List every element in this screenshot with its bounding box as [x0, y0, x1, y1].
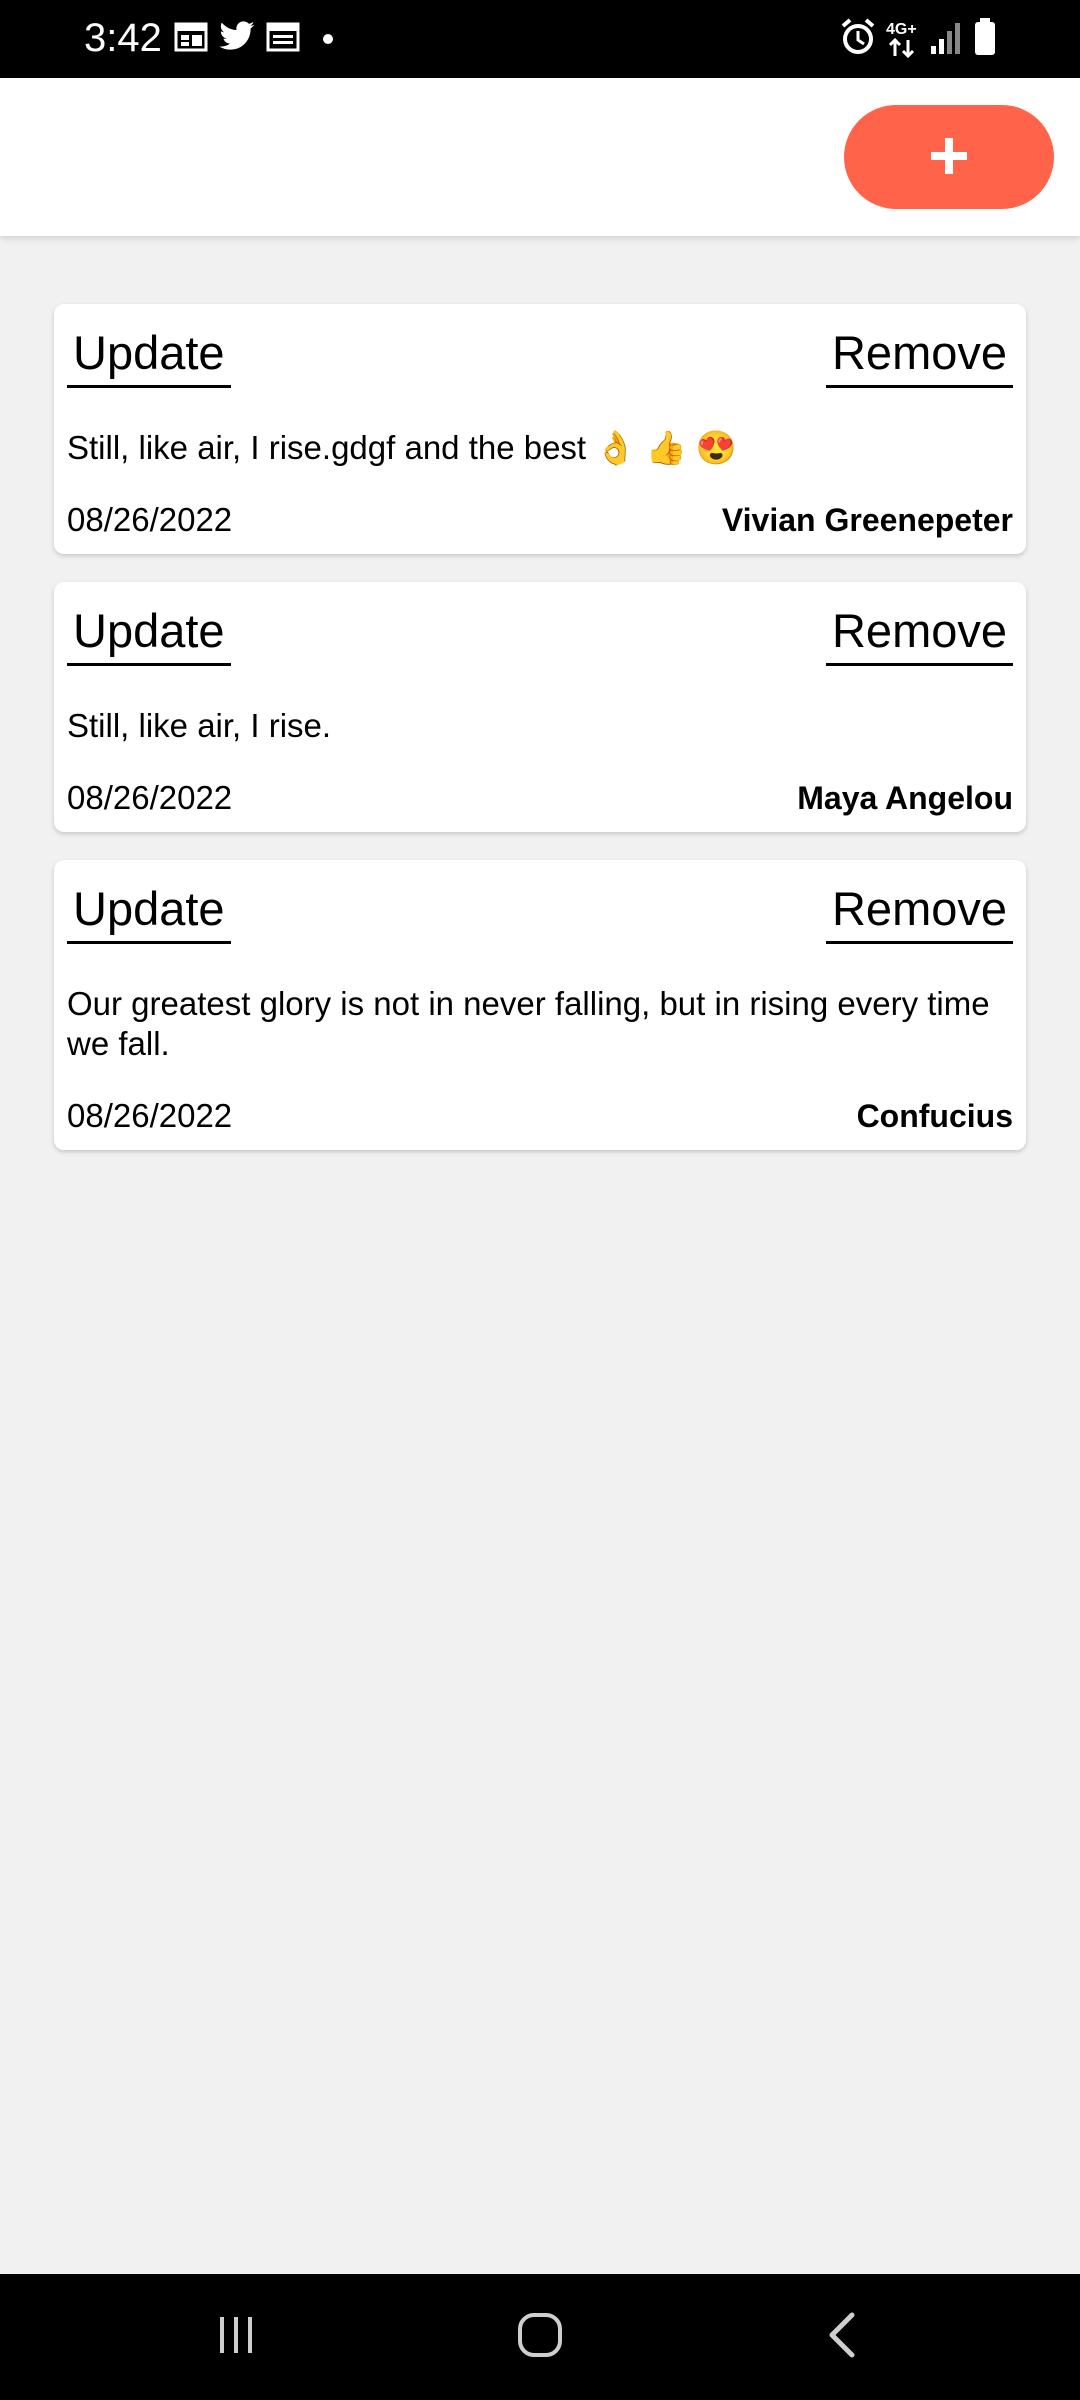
- quote-card: Update Remove Still, like air, I rise.gd…: [54, 304, 1026, 554]
- quote-text: Still, like air, I rise.gdgf and the bes…: [67, 429, 737, 466]
- update-button[interactable]: Update: [67, 324, 231, 388]
- status-time: 3:42: [84, 16, 162, 60]
- calendar-icon: [266, 20, 300, 59]
- twitter-icon: [218, 20, 256, 59]
- recent-apps-icon: [214, 2313, 258, 2362]
- home-button[interactable]: [450, 2274, 630, 2400]
- status-bar: 3:42 4G+: [0, 0, 1080, 78]
- alarm-icon: [840, 18, 876, 61]
- quote-card: Update Remove Our greatest glory is not …: [54, 860, 1026, 1150]
- system-nav-bar: [0, 2274, 1080, 2400]
- back-button[interactable]: [752, 2274, 932, 2400]
- plus-icon: [929, 136, 969, 179]
- add-quote-button[interactable]: [844, 105, 1054, 209]
- back-icon: [824, 2311, 860, 2364]
- quote-card: Update Remove Still, like air, I rise. 0…: [54, 582, 1026, 832]
- network-label: 4G+: [886, 21, 917, 38]
- calendar-icon: [174, 20, 208, 59]
- quote-date: 08/26/2022: [67, 501, 233, 538]
- quote-author: Maya Angelou: [797, 780, 1013, 816]
- remove-button[interactable]: Remove: [825, 602, 1013, 666]
- recent-apps-button[interactable]: [146, 2274, 326, 2400]
- quote-author: Vivian Greenepeter: [721, 502, 1013, 538]
- quote-text: Our greatest glory is not in never falli…: [67, 985, 990, 1062]
- quote-author: Confucius: [856, 1098, 1013, 1134]
- remove-button[interactable]: Remove: [825, 324, 1013, 388]
- home-icon: [516, 2311, 564, 2364]
- dot-icon: [322, 32, 334, 50]
- update-button[interactable]: Update: [67, 880, 231, 944]
- quote-date: 08/26/2022: [67, 1097, 233, 1134]
- quote-date: 08/26/2022: [67, 779, 233, 816]
- 4g-data-icon: 4G+: [886, 18, 924, 63]
- quote-text: Still, like air, I rise.: [67, 707, 332, 744]
- signal-icon: [930, 22, 962, 59]
- remove-button[interactable]: Remove: [825, 880, 1013, 944]
- update-button[interactable]: Update: [67, 602, 231, 666]
- battery-icon: [974, 18, 996, 61]
- app-bar: [0, 78, 1080, 236]
